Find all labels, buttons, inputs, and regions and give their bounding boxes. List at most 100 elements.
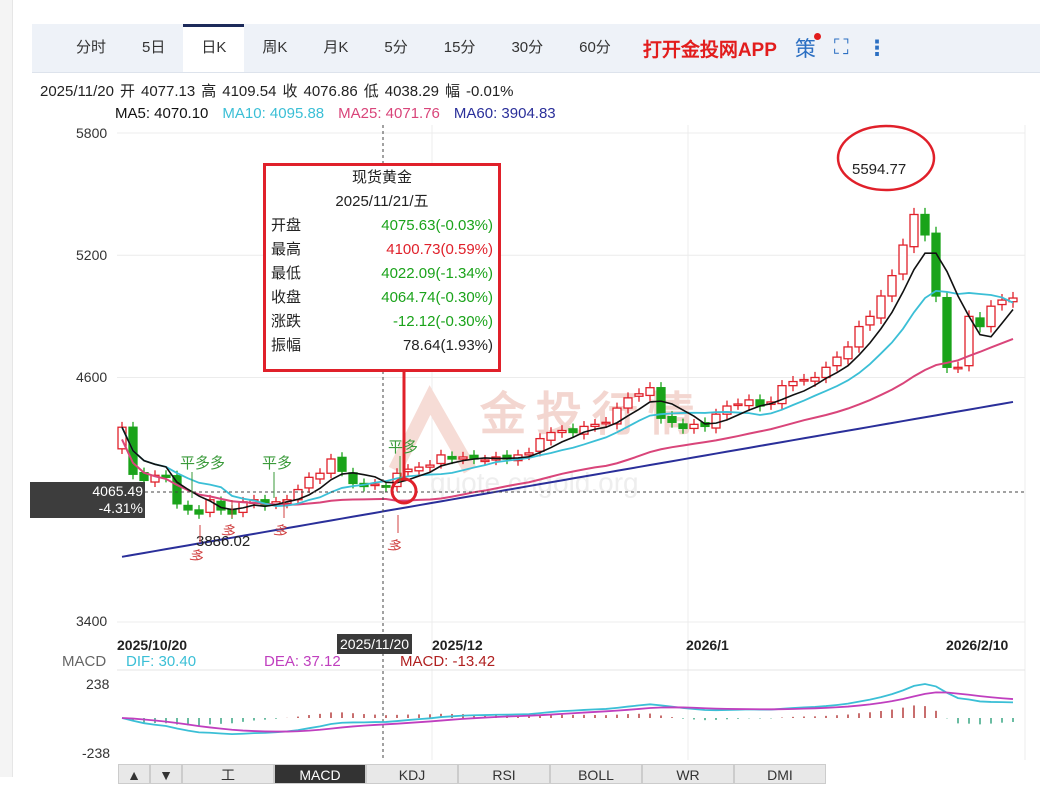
candle-body	[953, 366, 963, 370]
candle-body	[711, 413, 721, 429]
crosshair-date-label: 2025/11/20	[337, 634, 413, 654]
high-price-label: 5594.77	[852, 161, 906, 178]
candle-tooltip: 现货黄金 2025/11/21/五 开盘 4075.63(-0.03%) 最高 410…	[263, 163, 501, 372]
candle-body	[986, 305, 996, 328]
candle-body	[557, 429, 567, 434]
y-tick: 5800	[76, 125, 108, 141]
tooltip-row: 最低 4022.09(-1.34%)	[266, 262, 498, 286]
crosshair-pct: -4.31%	[98, 500, 143, 516]
candle-body	[304, 476, 314, 489]
signal-close-long: 平多	[262, 455, 292, 472]
tooltip-row: 振幅 78.64(1.93%)	[266, 334, 498, 358]
indicator-tab[interactable]: WR	[642, 764, 734, 784]
tooltip-row: 涨跌 -12.12(-0.30%)	[266, 310, 498, 334]
candle-body	[810, 376, 820, 382]
candle-body	[194, 509, 204, 515]
candle-body	[964, 315, 974, 367]
candle-body	[645, 387, 655, 397]
candle-body	[942, 296, 952, 368]
signal-close-long: 平多多	[180, 455, 225, 472]
tooltip-row-value: 4100.73(0.59%)	[386, 241, 493, 258]
candle-body	[326, 458, 336, 474]
indicator-tab[interactable]: DMI	[734, 764, 826, 784]
macd-ymax: 238	[86, 676, 110, 692]
candle-body	[183, 504, 193, 511]
indicator-tab[interactable]: 工	[182, 764, 274, 784]
crosshair-price-label: 4065.49 -4.31%	[30, 482, 145, 518]
macd-ymin: -238	[82, 745, 111, 761]
tooltip-row-label: 涨跌	[271, 313, 302, 330]
candle-body	[667, 415, 677, 423]
tooltip-date: 2025/11/21/五	[335, 193, 429, 210]
candle-body	[370, 483, 380, 487]
x-tick: 2025/12	[432, 637, 483, 653]
candle-body	[172, 475, 182, 505]
dea-value: DEA: 37.12	[264, 653, 341, 670]
candle-body	[689, 423, 699, 430]
x-tick: 2025/10/20	[117, 637, 188, 653]
x-tick: 2026/2/10	[946, 637, 1009, 653]
indicator-tab[interactable]: RSI	[458, 764, 550, 784]
dif-line	[121, 683, 1014, 736]
signal-open-long: 多	[272, 521, 291, 541]
x-tick: 2026/1	[686, 637, 729, 653]
candle-body	[832, 356, 842, 367]
signal-open-long: 多	[188, 546, 207, 566]
indicator-tab[interactable]: ▲	[118, 764, 150, 784]
tooltip-row: 开盘 4075.63(-0.03%)	[266, 214, 498, 238]
y-tick: 4600	[76, 369, 108, 385]
indicator-tab[interactable]: KDJ	[366, 764, 458, 784]
candle-body	[590, 423, 600, 428]
tooltip-row-value: 78.64(1.93%)	[402, 337, 493, 354]
candle-body	[524, 452, 534, 456]
candle-body	[799, 378, 809, 382]
candle-body	[546, 431, 556, 441]
y-tick: 5200	[76, 247, 108, 263]
signal-open-long: 多	[386, 536, 405, 556]
candle-body	[315, 472, 325, 480]
tooltip-row: 收盘 4064.74(-0.30%)	[266, 286, 498, 310]
candle-body	[161, 474, 171, 478]
candle-body	[623, 397, 633, 409]
crosshair-price: 4065.49	[92, 483, 143, 499]
candle-body	[920, 213, 930, 236]
y-tick: 3400	[76, 613, 108, 629]
candle-body	[678, 423, 688, 430]
candle-body	[447, 455, 457, 460]
tooltip-row-label: 开盘	[271, 217, 302, 234]
indicator-tab[interactable]: MACD	[274, 764, 366, 784]
candle-body	[843, 346, 853, 360]
candle-body	[854, 325, 864, 348]
signal-close-long: 平多	[388, 439, 418, 456]
tooltip-row-label: 振幅	[271, 337, 302, 354]
candle-body	[601, 421, 611, 425]
candle-body	[414, 466, 424, 472]
indicator-tab[interactable]: BOLL	[550, 764, 642, 784]
candle-body	[887, 274, 897, 297]
candle-body	[898, 244, 908, 275]
candle-body	[909, 213, 919, 248]
candle-body	[865, 315, 875, 326]
candle-body	[997, 299, 1007, 306]
candle-body	[876, 295, 886, 319]
highlight-circle	[390, 477, 418, 505]
candle-body	[634, 393, 644, 397]
tooltip-row-label: 最低	[271, 265, 302, 282]
indicator-tab[interactable]: ▼	[150, 764, 182, 784]
candle-body	[733, 403, 743, 407]
candle-body	[337, 456, 347, 472]
candle-body	[568, 428, 578, 434]
candle-body	[425, 464, 435, 468]
candle-body	[975, 317, 985, 328]
candle-body	[931, 232, 941, 297]
candle-body	[744, 399, 754, 407]
candle-body	[480, 459, 490, 463]
tooltip-row-label: 收盘	[271, 289, 302, 306]
candle-body	[535, 437, 545, 452]
candle-body	[436, 454, 446, 465]
tooltip-row-value: 4064.74(-0.30%)	[381, 289, 493, 306]
candle-body	[788, 380, 798, 387]
candle-body	[458, 456, 468, 460]
tooltip-row-value: 4075.63(-0.03%)	[381, 217, 493, 234]
high-circle	[836, 124, 936, 192]
